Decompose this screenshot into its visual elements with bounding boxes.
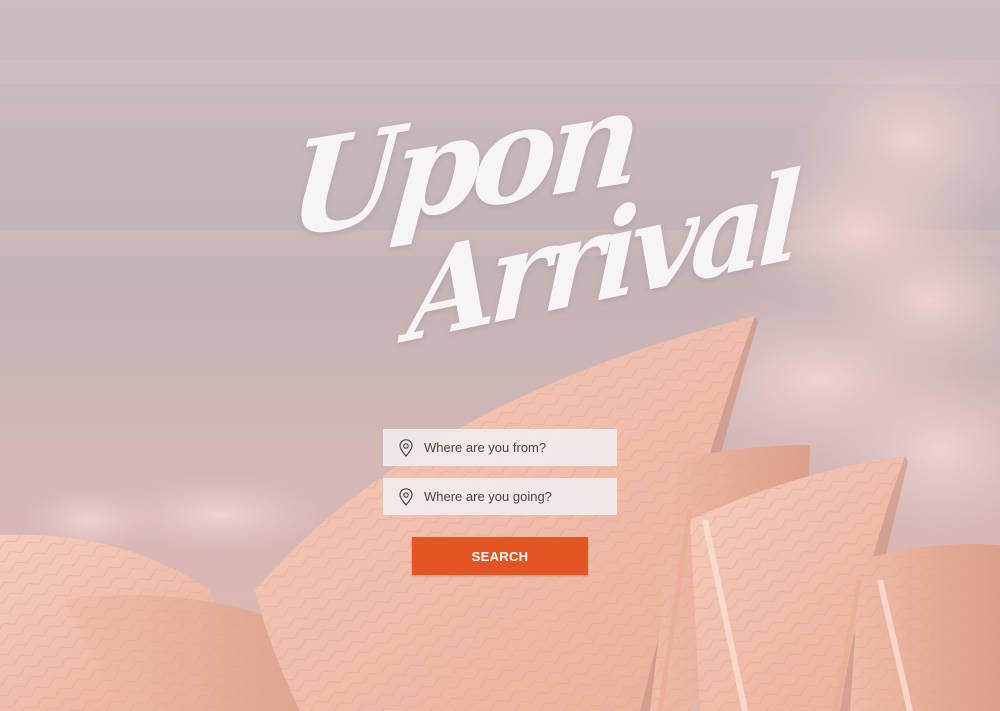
hero-section: Upon Arrival SEARCH [0, 0, 1000, 711]
destination-field[interactable] [383, 478, 617, 515]
search-button[interactable]: SEARCH [412, 537, 588, 575]
map-pin-icon [399, 487, 413, 506]
trip-search-form: SEARCH [383, 429, 617, 575]
brand-logo: Upon Arrival [260, 60, 797, 410]
origin-field[interactable] [383, 429, 617, 466]
destination-input[interactable] [424, 481, 604, 512]
map-pin-icon [399, 438, 413, 457]
origin-input[interactable] [424, 432, 604, 463]
